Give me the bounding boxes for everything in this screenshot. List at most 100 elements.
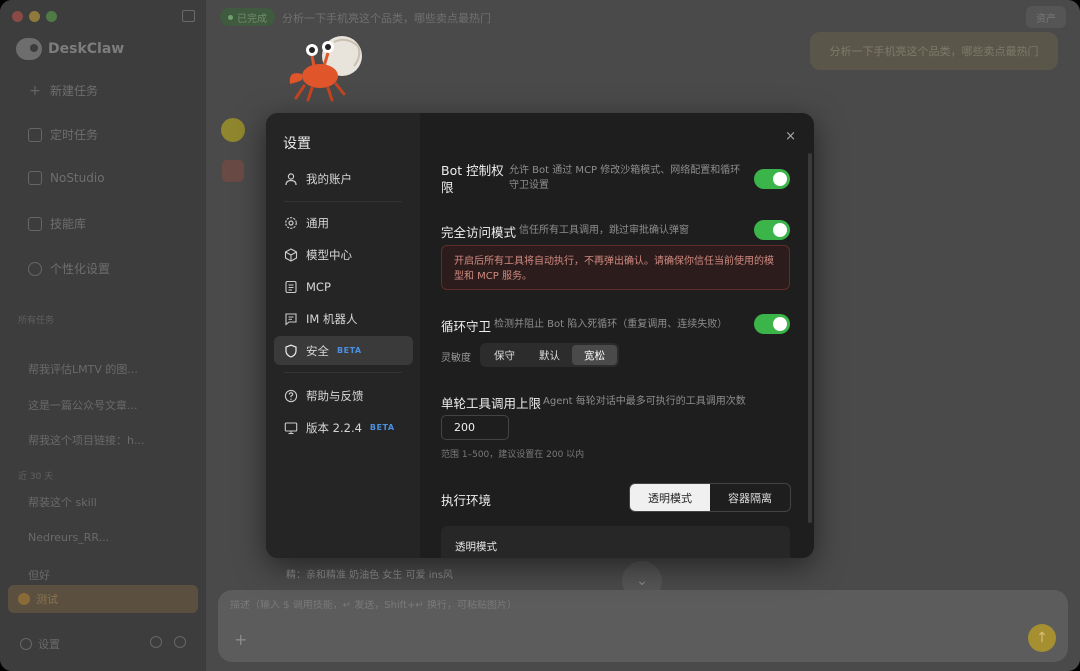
modal-title: 设置 — [283, 136, 311, 152]
nav-item-label: 通用 — [306, 215, 329, 230]
sidebar-item-new-task[interactable]: + 新建任务 — [28, 82, 98, 99]
moon-icon[interactable] — [150, 636, 162, 648]
exec-env-card: 透明模式 — [441, 526, 790, 558]
full-access-toggle[interactable] — [754, 220, 790, 240]
sidebar-item-label: 技能库 — [50, 217, 87, 231]
exec-env-option-container[interactable]: 容器隔离 — [710, 484, 790, 511]
bot-control-title: Bot 控制权 限 — [441, 162, 504, 196]
task-item-active[interactable]: 测试 — [8, 585, 198, 613]
document-icon — [284, 280, 298, 294]
send-button[interactable]: ↑ — [1028, 624, 1056, 652]
user-message: 分析一下手机亮这个品类，哪些卖点最热门 — [810, 32, 1058, 70]
nav-item-im-bot[interactable]: IM 机器人 — [274, 304, 413, 333]
nav-item-label: 模型中心 — [306, 247, 352, 262]
grid-icon — [28, 171, 42, 185]
sidebar-item-label: 新建任务 — [50, 84, 99, 98]
task-label: 测试 — [36, 593, 58, 606]
bot-control-title-line1: Bot 控制权 — [441, 163, 504, 178]
close-window-button[interactable] — [12, 11, 23, 22]
sensitivity-option-relaxed[interactable]: 宽松 — [572, 345, 617, 365]
bot-avatar — [221, 118, 245, 142]
sensitivity-selector: 保守 默认 宽松 — [480, 343, 619, 367]
settings-link[interactable]: 设置 — [20, 636, 60, 652]
nav-item-mcp[interactable]: MCP — [274, 272, 413, 301]
exec-env-title: 执行环境 — [441, 493, 492, 508]
chevron-down-icon: ⌄ — [636, 573, 648, 589]
nav-item-label: 安全 — [306, 343, 329, 358]
exec-env-option-transparent[interactable]: 透明模式 — [630, 484, 710, 511]
sidebar-item-personalize[interactable]: 个性化设置 — [28, 260, 110, 277]
full-access-desc: 信任所有工具调用，跳过审批确认弹窗 — [519, 225, 689, 236]
task-item[interactable]: 这是一篇公众号文章... — [28, 397, 138, 413]
plus-icon: + — [29, 82, 41, 99]
nav-divider — [284, 372, 402, 373]
sparkle-icon — [28, 261, 42, 276]
task-item[interactable]: 帮我这个项目链接：h... — [28, 432, 144, 448]
nav-item-label: IM 机器人 — [306, 311, 358, 326]
task-item[interactable]: 帮我评估LMTV 的图... — [28, 361, 138, 377]
sidebar-item-skills[interactable]: 技能库 — [28, 215, 86, 232]
shield-icon — [284, 344, 298, 358]
tool-limit-input[interactable] — [441, 415, 509, 440]
nav-item-models[interactable]: 模型中心 — [274, 240, 413, 269]
task-item[interactable]: 帮装这个 skill — [28, 494, 97, 510]
settings-content: Bot 控制权 限 允许 Bot 通过 MCP 修改沙箱模式、网络配置和循环守卫… — [420, 113, 814, 558]
exec-env-card-title: 透明模式 — [455, 541, 497, 553]
assets-button[interactable]: 资产 — [1026, 6, 1066, 28]
monitor-icon — [284, 421, 298, 435]
sidebar-item-label: 定时任务 — [50, 128, 99, 142]
nav-item-help[interactable]: 帮助与反馈 — [274, 381, 413, 410]
sidebar-item-nostudio[interactable]: NoStudio — [28, 171, 105, 185]
nav-item-version[interactable]: 版本 2.2.4 BETA — [274, 413, 413, 442]
settings-modal: 设置 我的账户 通用 模型中心 MCP IM 机器人 安全 BETA 帮助与反馈… — [266, 113, 814, 558]
full-access-title: 完全访问模式 — [441, 225, 517, 240]
sidebar-section-title: 所有任务 — [18, 316, 55, 326]
bot-control-toggle[interactable] — [754, 169, 790, 189]
minimize-window-button[interactable] — [29, 11, 40, 22]
sun-icon[interactable] — [174, 636, 186, 648]
footer-icons — [150, 636, 186, 648]
loop-guard-toggle[interactable] — [754, 314, 790, 334]
sidebar-item-scheduled[interactable]: 定时任务 — [28, 126, 98, 143]
maximize-window-button[interactable] — [46, 11, 57, 22]
sensitivity-option-conservative[interactable]: 保守 — [482, 345, 527, 365]
nav-item-label: 版本 2.2.4 — [306, 420, 362, 435]
task-item[interactable]: Nedreurs_RR... — [28, 531, 109, 544]
tool-limit-desc: Agent 每轮对话中最多可执行的工具调用次数 — [543, 396, 746, 407]
calendar-icon — [28, 127, 42, 142]
nav-item-general[interactable]: 通用 — [274, 208, 413, 237]
puzzle-icon — [28, 216, 42, 231]
sensitivity-option-default[interactable]: 默认 — [527, 345, 572, 365]
nav-item-account[interactable]: 我的账户 — [274, 164, 413, 193]
status-badge: 已完成 — [220, 8, 275, 26]
message-input[interactable] — [230, 600, 930, 611]
app-logo: DeskClaw — [16, 38, 124, 60]
settings-label: 设置 — [38, 638, 60, 651]
task-item[interactable]: 但好 — [28, 567, 50, 583]
tool-limit-title: 单轮工具调用上限 — [441, 396, 542, 411]
app-name: DeskClaw — [48, 41, 125, 57]
loop-guard-desc: 检测并阻止 Bot 陷入死循环（重复调用、连续失败） — [494, 319, 728, 330]
nav-item-label: 帮助与反馈 — [306, 388, 364, 403]
settings-nav: 设置 我的账户 通用 模型中心 MCP IM 机器人 安全 BETA 帮助与反馈… — [266, 113, 420, 558]
user-icon — [284, 172, 298, 186]
help-icon — [284, 389, 298, 403]
conversation-title: 分析一下手机亮这个品类，哪些卖点最热门 — [282, 12, 491, 25]
sensitivity-label: 灵敏度 — [441, 353, 471, 364]
composer: + ↑ — [218, 590, 1068, 662]
attach-button[interactable]: + — [234, 630, 247, 649]
sidebar-item-label: 个性化设置 — [50, 262, 111, 276]
beta-badge: BETA — [369, 423, 395, 432]
nav-item-security[interactable]: 安全 BETA — [274, 336, 413, 365]
loop-guard-title: 循环守卫 — [441, 319, 492, 334]
task-status-icon — [18, 593, 30, 605]
message-snippet: 精：亲和精准 奶油色 女生 可爱 ins风 — [286, 570, 454, 581]
nav-item-label: 我的账户 — [306, 171, 352, 186]
bot-control-title-line2: 限 — [441, 180, 454, 195]
gear-icon — [20, 638, 32, 650]
sidebar-toggle-icon[interactable] — [182, 10, 195, 22]
beta-badge: BETA — [337, 346, 362, 355]
sidebar: DeskClaw + 新建任务 定时任务 NoStudio 技能库 个性化设置 … — [0, 0, 206, 671]
content-scrollbar[interactable] — [808, 153, 812, 523]
full-access-warning: 开启后所有工具将自动执行，不再弹出确认。请确保你信任当前使用的模型和 MCP 服… — [441, 245, 790, 290]
